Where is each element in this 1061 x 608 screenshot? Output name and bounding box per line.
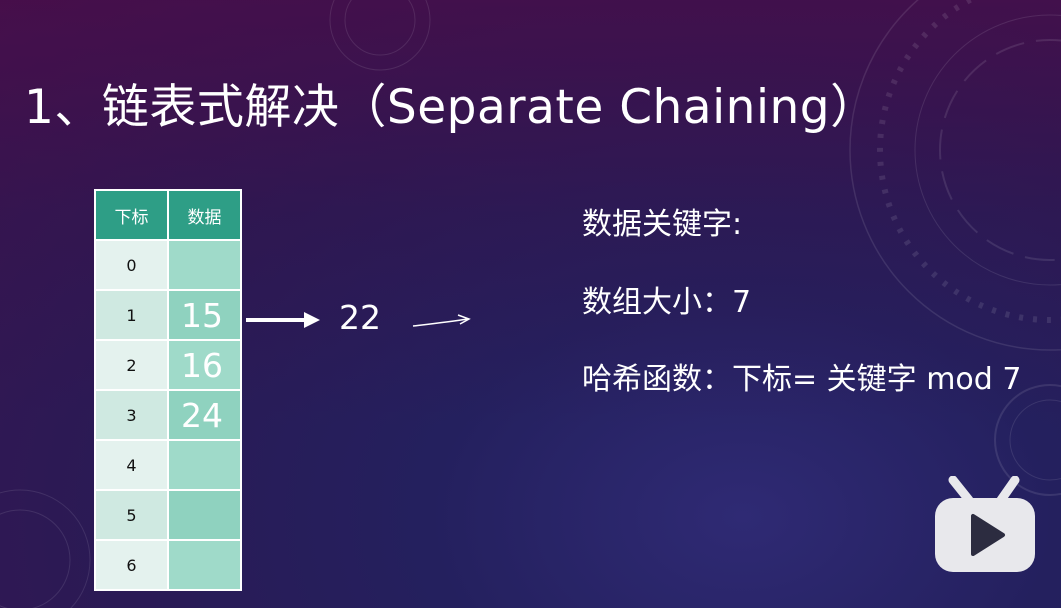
index-cell: 6 (94, 539, 169, 591)
table-row: 3 24 (94, 389, 242, 441)
keys-label: 数据关键字: (582, 207, 743, 242)
table-row: 4 (94, 439, 242, 491)
table-row: 6 (94, 539, 242, 591)
table-row: 5 (94, 489, 242, 541)
bilibili-tv-icon (935, 476, 1035, 572)
index-cell: 3 (94, 389, 169, 441)
data-cell (167, 439, 242, 491)
data-cell: 24 (167, 389, 242, 441)
index-cell: 1 (94, 289, 169, 341)
data-cell (167, 539, 242, 591)
table-row: 1 15 (94, 289, 242, 341)
index-cell: 4 (94, 439, 169, 491)
chain-arrow-icon (246, 312, 320, 328)
column-header-index: 下标 (94, 189, 169, 241)
table-row: 2 16 (94, 339, 242, 391)
data-cell (167, 239, 242, 291)
table-header-row: 下标 数据 (94, 189, 242, 241)
chain-node-value: 22 (339, 298, 381, 337)
index-cell: 0 (94, 239, 169, 291)
index-cell: 5 (94, 489, 169, 541)
hash-table: 下标 数据 0 1 15 2 16 3 24 4 5 6 (94, 189, 242, 591)
data-cell (167, 489, 242, 541)
array-size-label: 数组大小：7 (582, 285, 752, 320)
table-row: 0 (94, 239, 242, 291)
slide-title: 1、链表式解决（Separate Chaining） (24, 80, 878, 135)
index-cell: 2 (94, 339, 169, 391)
pointer-arrow-icon (412, 314, 471, 327)
column-header-data: 数据 (167, 189, 242, 241)
data-cell: 16 (167, 339, 242, 391)
data-cell: 15 (167, 289, 242, 341)
hash-function-label: 哈希函数：下标= 关键字 mod 7 (582, 362, 1022, 397)
